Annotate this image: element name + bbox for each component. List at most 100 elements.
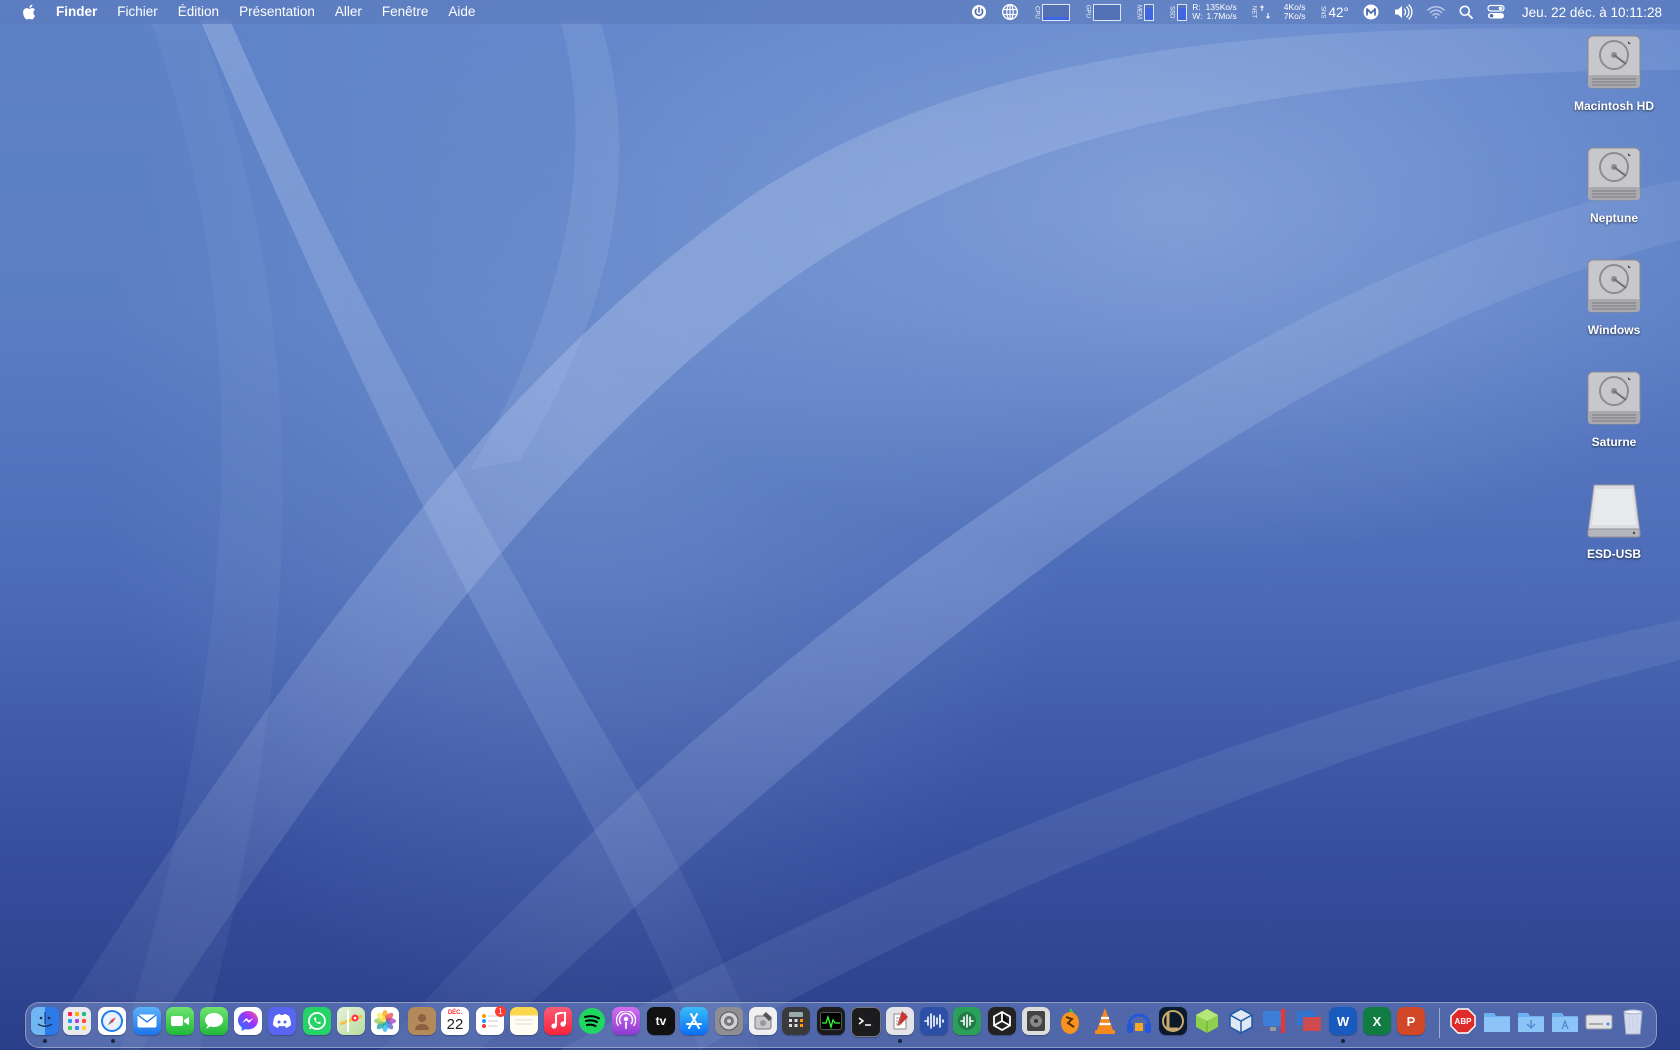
menu-bar-clock[interactable]: Jeu. 22 déc. à 10:11:28 <box>1512 0 1680 24</box>
spotlight-search-icon[interactable] <box>1452 0 1480 24</box>
calculator-icon[interactable] <box>782 1007 810 1035</box>
spotify-icon[interactable] <box>578 1007 606 1035</box>
gpu-monitor[interactable]: GPU <box>1077 0 1128 24</box>
screen-app-icon[interactable] <box>1261 1007 1289 1035</box>
menu-app-finder[interactable]: Finder <box>56 0 107 24</box>
app-store-icon[interactable] <box>680 1007 708 1035</box>
whatsapp-icon[interactable] <box>303 1007 331 1035</box>
desktop-icon-saturne[interactable]: Saturne <box>1559 369 1669 449</box>
unity-icon[interactable] <box>988 1007 1016 1035</box>
cube-app-icon[interactable] <box>1193 1007 1221 1035</box>
network-rates[interactable]: 4Ko/s 7Ko/s <box>1277 0 1313 24</box>
script-editor-running-indicator <box>898 1039 902 1043</box>
menu-presentation[interactable]: Présentation <box>229 0 325 24</box>
hard-drive-icon <box>1587 147 1641 201</box>
sensor-monitor[interactable]: SNS 42° <box>1312 0 1355 24</box>
cpu-monitor[interactable]: CPU <box>1026 0 1077 24</box>
desktop-icon-neptune[interactable]: Neptune <box>1559 145 1669 225</box>
photos-icon[interactable] <box>371 1007 399 1035</box>
menu-aller[interactable]: Aller <box>325 0 372 24</box>
drive-icon[interactable] <box>1585 1007 1613 1035</box>
globe-keyboard-icon[interactable] <box>994 0 1026 24</box>
messages-icon[interactable] <box>200 1007 228 1035</box>
contacts-icon[interactable] <box>408 1007 436 1035</box>
script-editor-icon[interactable] <box>886 1007 914 1035</box>
audio-app-icon[interactable] <box>920 1007 948 1035</box>
word-running-indicator <box>1341 1039 1345 1043</box>
system-preferences-icon[interactable] <box>715 1007 743 1035</box>
applications-folder-icon[interactable] <box>1551 1007 1579 1035</box>
powerpoint-icon[interactable]: P <box>1397 1007 1425 1035</box>
volume-icon[interactable] <box>1386 0 1420 24</box>
documents-folder-icon[interactable] <box>1483 1007 1511 1035</box>
parallels-icon[interactable] <box>1295 1007 1323 1035</box>
menu-edition[interactable]: Édition <box>168 0 229 24</box>
notes-icon[interactable] <box>510 1007 538 1035</box>
disk-icon[interactable] <box>1022 1007 1050 1035</box>
disk-monitor[interactable]: SSD R: W: 135Ko/s 1.7Mo/s <box>1161 0 1243 24</box>
desktop-icon-label: Neptune <box>1590 211 1638 225</box>
desktop-icon-label: Macintosh HD <box>1573 99 1654 113</box>
finder-icon[interactable] <box>31 1007 59 1035</box>
podcasts-icon[interactable] <box>612 1007 640 1035</box>
menu-bar: Finder Fichier Édition Présentation Alle… <box>0 0 1680 24</box>
disk-utility-icon[interactable] <box>749 1007 777 1035</box>
music-icon[interactable] <box>544 1007 572 1035</box>
safari-icon[interactable] <box>98 1007 126 1035</box>
trash-icon[interactable] <box>1619 1007 1647 1035</box>
messenger-icon[interactable] <box>234 1007 262 1035</box>
gpu-label: GPU <box>1084 5 1091 19</box>
network-monitor[interactable]: NET <box>1244 0 1277 24</box>
desktop-icon-windows[interactable]: Windows <box>1559 257 1669 337</box>
apple-tv-icon[interactable]: tv <box>647 1007 675 1035</box>
excel-icon[interactable]: X <box>1363 1007 1391 1035</box>
facetime-icon[interactable] <box>166 1007 194 1035</box>
virtualbox-icon[interactable] <box>1227 1007 1255 1035</box>
menu-fichier[interactable]: Fichier <box>107 0 168 24</box>
word-icon[interactable]: W <box>1329 1007 1357 1035</box>
adblock-plus-icon[interactable]: ABP <box>1449 1007 1477 1035</box>
desktop-icon-label: Saturne <box>1591 435 1637 449</box>
memory-monitor[interactable]: MEM <box>1128 0 1161 24</box>
mail-icon[interactable] <box>133 1007 161 1035</box>
apple-menu-icon[interactable] <box>20 3 38 21</box>
desktop-icon-macintosh-hd[interactable]: Macintosh HD <box>1559 33 1669 113</box>
maps-icon[interactable] <box>337 1007 365 1035</box>
headphones-app-icon[interactable] <box>1125 1007 1153 1035</box>
menu-fenetre[interactable]: Fenêtre <box>372 0 439 24</box>
cpu-label: CPU <box>1033 5 1040 19</box>
wallpaper <box>40 20 1680 1050</box>
cpu-graph <box>1042 3 1071 21</box>
fl-studio-icon[interactable] <box>1056 1007 1084 1035</box>
calendar-day: 22 <box>446 1015 464 1033</box>
launchpad-icon[interactable] <box>63 1007 91 1035</box>
calendar-icon[interactable]: DÉC. 22 <box>441 1007 469 1035</box>
activity-monitor-icon[interactable] <box>817 1007 845 1035</box>
menu-aide[interactable]: Aide <box>438 0 485 24</box>
desktop-icon-label: Windows <box>1587 323 1641 337</box>
reminders-badge: 1 <box>495 1006 506 1017</box>
desktop-icon-esd-usb[interactable]: ESD-USB <box>1559 481 1669 561</box>
power-status-icon[interactable] <box>964 0 994 24</box>
discord-icon[interactable] <box>268 1007 296 1035</box>
finder-running-indicator <box>43 1039 47 1043</box>
league-of-legends-icon[interactable] <box>1159 1007 1187 1035</box>
safari-running-indicator <box>111 1039 115 1043</box>
control-center-icon[interactable] <box>1480 0 1512 24</box>
dock-separator <box>1439 1008 1440 1038</box>
hard-drive-icon <box>1587 35 1641 89</box>
desktop[interactable]: Finder Fichier Édition Présentation Alle… <box>0 0 1680 1050</box>
downloads-folder-icon[interactable] <box>1517 1007 1545 1035</box>
hard-drive-icon <box>1587 371 1641 425</box>
hard-drive-icon <box>1587 259 1641 313</box>
vlc-icon[interactable] <box>1091 1007 1119 1035</box>
mem-graph <box>1144 3 1155 21</box>
net-down-value: 7Ko/s <box>1283 11 1306 21</box>
gpu-graph <box>1093 3 1122 21</box>
terminal-icon[interactable] <box>851 1007 881 1037</box>
malwarebytes-icon[interactable] <box>1356 0 1386 24</box>
sound-app-icon[interactable] <box>953 1007 981 1035</box>
wifi-icon[interactable] <box>1420 0 1452 24</box>
desktop-icon-label: ESD-USB <box>1586 547 1641 561</box>
net-label: NET <box>1250 6 1257 18</box>
